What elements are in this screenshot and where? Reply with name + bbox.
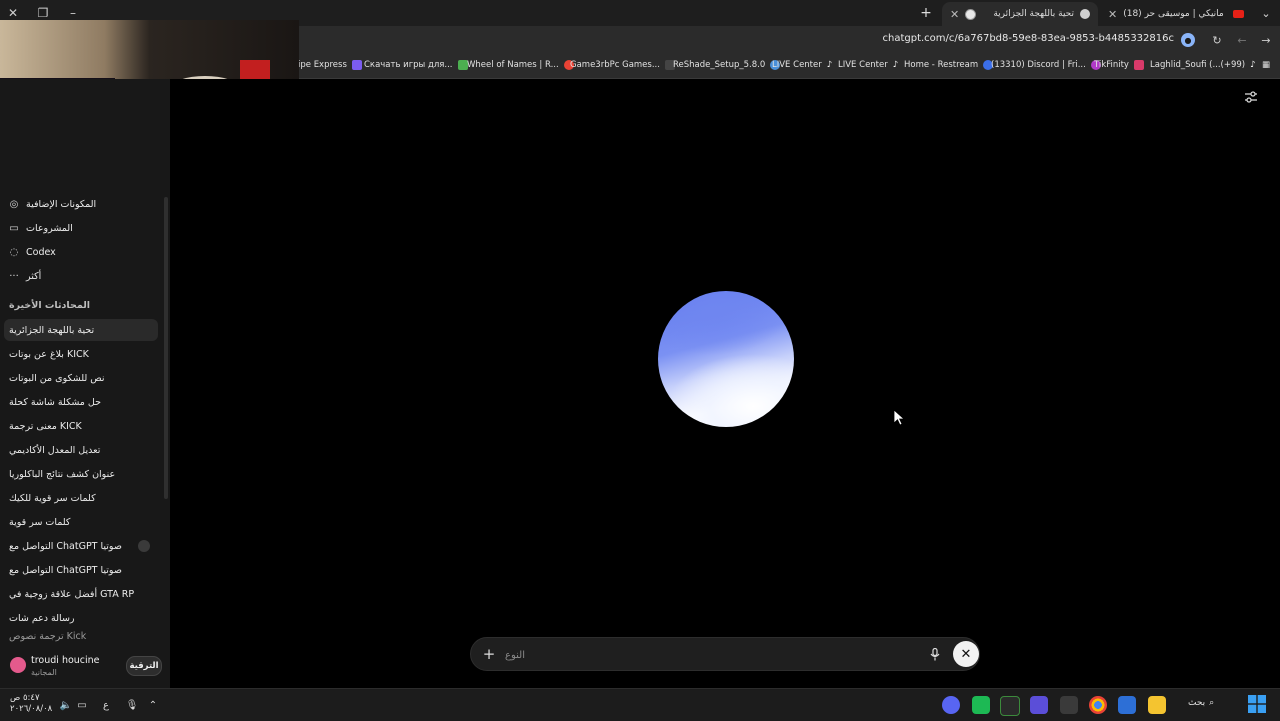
chat-item[interactable]: تعديل المعدل الأكاديمي <box>4 439 158 461</box>
close-icon[interactable]: ✕ <box>950 8 959 21</box>
volume-icon[interactable]: 🔈 <box>58 697 74 713</box>
new-tab-button[interactable]: + <box>918 4 934 22</box>
microphone-icon[interactable] <box>927 646 943 662</box>
sidebar-item-more[interactable]: ··· أكثر <box>8 265 158 287</box>
chat-item[interactable]: أفضل علاقة زوجية في GTA RP <box>4 583 158 605</box>
chat-item[interactable]: معنى ترجمة KICK <box>4 415 158 437</box>
microphone-tray-icon[interactable]: 🎙 <box>124 697 140 713</box>
sidebar-scrollbar[interactable] <box>164 197 168 499</box>
folder-icon: ▭ <box>9 222 19 234</box>
recent-chats-heading: المحادثات الأخيرة <box>9 300 91 311</box>
bookmark-item[interactable]: TikFinity <box>1094 60 1144 70</box>
user-plan: المجانية <box>31 668 57 677</box>
sidebar-item-plugins[interactable]: ◎ المكونات الإضافية <box>8 193 158 215</box>
sidebar: ◎ المكونات الإضافية ▭ المشروعات ◌ Codex … <box>0 79 170 688</box>
chat-item[interactable]: بلاغ عن بوتات KICK <box>4 343 158 365</box>
chat-item[interactable]: نص للشكوى من البوتات <box>4 367 158 389</box>
store-icon[interactable] <box>1118 696 1136 714</box>
reload-icon[interactable]: ↻ <box>1209 32 1225 48</box>
bookmark-item[interactable]: ipe Express <box>298 60 362 70</box>
chat-item[interactable]: ترجمة نصوص Kick <box>4 631 158 643</box>
tab-youtube[interactable]: ✕ (18) انحداك مانيكي | موسيقى حر <box>1100 2 1252 26</box>
bookmarks-overflow-icon[interactable]: ▦ <box>1262 60 1270 70</box>
record-icon <box>965 8 977 20</box>
tiktok-icon: ♪ <box>826 60 833 70</box>
youtube-icon <box>1233 10 1244 18</box>
search-icon: ⌕ <box>1209 698 1215 708</box>
chat-item[interactable]: كلمات سر قوية <box>4 511 158 533</box>
close-icon[interactable]: ✕ <box>1108 8 1117 21</box>
tab-chatgpt[interactable]: ✕ تحية باللهجة الجزائرية <box>942 2 1098 26</box>
avatar[interactable] <box>10 657 26 673</box>
bookmark-item[interactable]: Скачать игры для... <box>364 60 468 70</box>
language-indicator[interactable]: ع <box>98 697 114 713</box>
bookmark-item[interactable]: LIVE Center ♪ <box>772 60 832 70</box>
back-arrow-icon[interactable]: → <box>1258 32 1274 48</box>
chrome-icon[interactable] <box>1089 696 1107 714</box>
terminal-icon[interactable] <box>1060 696 1078 714</box>
sidebar-item-projects[interactable]: ▭ المشروعات <box>8 217 158 239</box>
tiktok-icon: ♪ <box>892 60 899 70</box>
tab-search-icon[interactable]: ⌄ <box>1258 4 1274 22</box>
voice-orb <box>658 291 794 427</box>
chat-item[interactable]: حل مشكلة شاشة كحلة <box>4 391 158 413</box>
address-bar[interactable]: chatgpt.com/c/6a767bd8-59e8-83ea-9853-b4… <box>882 33 1174 44</box>
tab-title: (18) انحداك مانيكي | موسيقى حر <box>1123 9 1227 19</box>
chatgpt-favicon-icon <box>1080 9 1090 19</box>
user-name: troudi houcine <box>31 655 100 666</box>
chat-item[interactable]: التواصل مع ChatGPT صوتيا <box>4 535 158 557</box>
chat-item[interactable]: عنوان كشف نتائج الباكلوريا <box>4 463 158 485</box>
composer-bar: + ✕ <box>470 637 980 671</box>
bookmark-favicon-icon <box>457 60 468 70</box>
bookmark-item[interactable]: LIVE Center ♪ <box>838 60 898 70</box>
bookmark-item[interactable]: ReShade_Setup_5.8.0 <box>673 60 781 70</box>
chat-options-icon[interactable] <box>138 540 150 552</box>
bookmark-favicon-icon <box>351 60 362 70</box>
nvidia-icon[interactable] <box>1000 696 1020 716</box>
voice-search-icon[interactable]: ● <box>1180 32 1196 48</box>
voice-mode-area: + ✕ <box>170 79 1280 688</box>
bookmark-item[interactable]: Game3rbPc Games... <box>570 60 675 70</box>
bookmark-item[interactable]: Home - Restream <box>904 60 994 70</box>
add-attachment-button[interactable]: + <box>481 645 497 663</box>
bookmark-favicon-icon <box>1133 60 1144 70</box>
more-icon: ··· <box>9 270 19 282</box>
bookmark-item[interactable]: Laghlid_Soufi (...(+99) ♪ <box>1150 60 1256 70</box>
bookmark-item[interactable]: Wheel of Names | R... <box>467 60 574 70</box>
forward-arrow-icon[interactable]: ← <box>1234 32 1250 48</box>
tiktok-icon: ♪ <box>1250 60 1256 70</box>
bookmark-item[interactable]: (13310) Discord | Fri... <box>991 60 1101 70</box>
chat-item[interactable]: تحية باللهجة الجزائرية <box>4 319 158 341</box>
discord-icon[interactable] <box>942 696 960 714</box>
windows-start-icon[interactable] <box>1248 695 1266 713</box>
sliders-icon[interactable] <box>1243 89 1259 105</box>
user-profile[interactable]: troudi houcine المجانية الترقية <box>0 647 170 687</box>
chevron-up-icon[interactable]: ⌃ <box>145 697 161 713</box>
apps-icon: ◎ <box>9 198 19 210</box>
network-icon[interactable]: ▭ <box>74 697 90 713</box>
taskbar-search[interactable]: بحث ⌕ <box>1188 698 1214 708</box>
sidebar-item-codex[interactable]: ◌ Codex <box>8 241 158 263</box>
mouse-cursor-icon <box>894 410 906 426</box>
chat-item[interactable]: كلمات سر قوية للكيك <box>4 487 158 509</box>
end-voice-button[interactable]: ✕ <box>953 641 979 667</box>
tab-title: تحية باللهجة الجزائرية <box>993 9 1074 19</box>
codex-icon: ◌ <box>9 246 19 258</box>
chat-item[interactable]: التواصل مع ChatGPT صوتيا <box>4 559 158 581</box>
system-clock[interactable]: ٥:٤٧ ص ٢٠٢٦/٠٨/٠٨ <box>10 693 52 715</box>
upgrade-button[interactable]: الترقية <box>126 656 162 676</box>
message-input[interactable] <box>503 645 887 665</box>
chat-item[interactable]: رسالة دعم شات <box>4 607 158 629</box>
app-icon[interactable] <box>972 696 990 714</box>
file-explorer-icon[interactable] <box>1148 696 1166 714</box>
taskbar: ٥:٤٧ ص ٢٠٢٦/٠٨/٠٨ 🔈 ▭ ع 🎙 ⌃ بحث ⌕ <box>0 688 1280 721</box>
app-icon[interactable] <box>1030 696 1048 714</box>
